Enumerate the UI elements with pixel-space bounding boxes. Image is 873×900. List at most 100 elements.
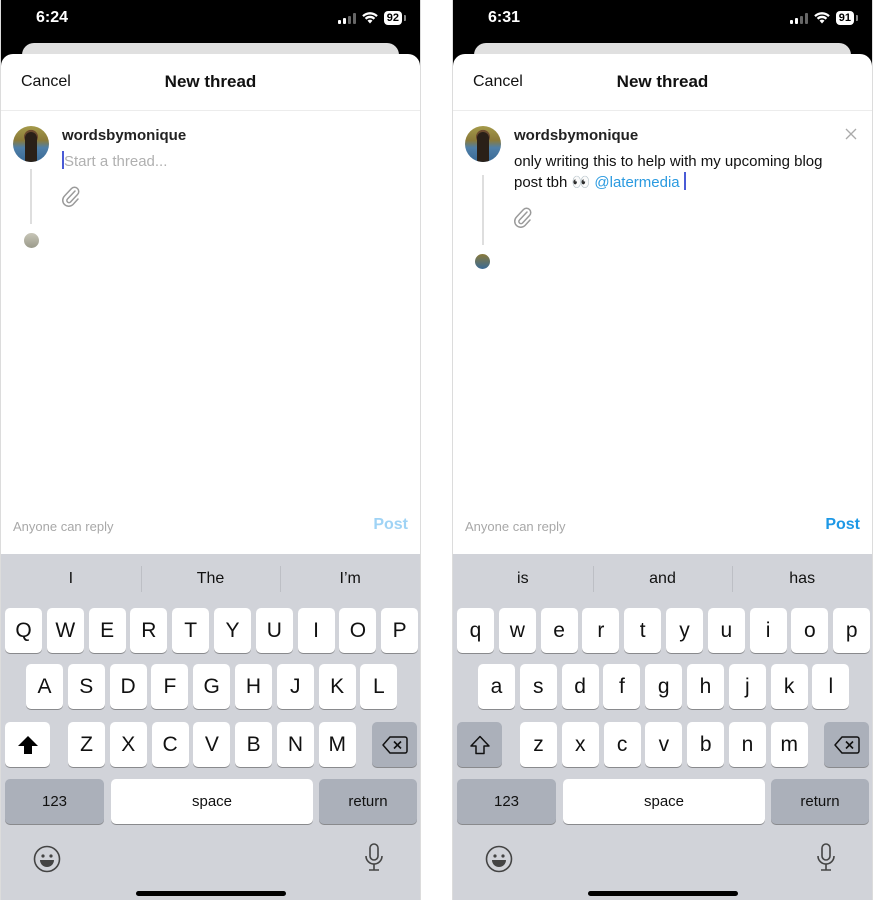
key-m[interactable]: m <box>770 722 808 767</box>
suggestion-item[interactable]: has <box>732 566 872 592</box>
key-k[interactable]: K <box>318 664 356 709</box>
suggestion-item[interactable]: I <box>1 570 141 588</box>
home-indicator[interactable] <box>135 891 286 896</box>
phone-screen-empty-compose: 6:24 92 Cancel New thread wordsbymonique… <box>0 0 421 900</box>
wifi-icon <box>813 12 830 24</box>
key-u[interactable]: u <box>707 608 745 653</box>
key-w[interactable]: W <box>46 608 84 653</box>
key-n[interactable]: N <box>277 722 314 767</box>
key-i[interactable]: I <box>297 608 335 653</box>
key-z[interactable]: z <box>520 722 557 767</box>
space-key[interactable]: space <box>563 779 765 824</box>
key-g[interactable]: g <box>645 664 683 709</box>
shift-key[interactable] <box>457 722 502 767</box>
key-l[interactable]: l <box>812 664 850 709</box>
suggestion-item[interactable]: is <box>453 570 593 588</box>
post-button[interactable]: Post <box>825 516 860 534</box>
shift-key[interactable] <box>5 722 50 767</box>
reply-permission-setting[interactable]: Anyone can reply <box>13 519 113 534</box>
page-title: New thread <box>164 72 257 91</box>
key-p[interactable]: p <box>833 608 871 653</box>
key-v[interactable]: V <box>193 722 231 767</box>
key-p[interactable]: P <box>381 608 419 653</box>
key-c[interactable]: C <box>151 722 189 767</box>
microphone-icon[interactable] <box>364 842 384 874</box>
key-b[interactable]: b <box>687 722 725 767</box>
key-l[interactable]: L <box>360 664 398 709</box>
shift-icon <box>17 735 38 754</box>
key-m[interactable]: M <box>318 722 356 767</box>
key-o[interactable]: O <box>339 608 377 653</box>
key-x[interactable]: X <box>109 722 147 767</box>
numbers-key[interactable]: 123 <box>5 779 104 824</box>
thread-connector-line <box>482 175 484 245</box>
return-key[interactable]: return <box>771 779 869 824</box>
key-d[interactable]: d <box>561 664 599 709</box>
close-icon[interactable] <box>844 127 858 141</box>
key-i[interactable]: i <box>749 608 787 653</box>
suggestion-item[interactable]: The <box>140 566 281 592</box>
key-q[interactable]: Q <box>5 608 42 653</box>
post-button[interactable]: Post <box>373 516 408 534</box>
suggestion-item[interactable]: and <box>592 566 733 592</box>
key-t[interactable]: T <box>172 608 210 653</box>
key-a[interactable]: a <box>478 664 515 709</box>
battery-indicator: 92 <box>383 11 407 25</box>
key-e[interactable]: e <box>540 608 578 653</box>
key-h[interactable]: h <box>687 664 724 709</box>
nav-bar: Cancel New thread <box>453 54 872 111</box>
key-h[interactable]: H <box>235 664 272 709</box>
key-t[interactable]: t <box>624 608 662 653</box>
key-x[interactable]: x <box>561 722 599 767</box>
key-d[interactable]: D <box>109 664 147 709</box>
key-j[interactable]: J <box>276 664 314 709</box>
avatar <box>13 126 49 162</box>
key-g[interactable]: G <box>193 664 231 709</box>
space-key[interactable]: space <box>111 779 313 824</box>
mention-tag[interactable]: @latermedia <box>594 174 679 191</box>
key-c[interactable]: c <box>603 722 641 767</box>
key-b[interactable]: B <box>235 722 273 767</box>
backspace-key[interactable] <box>824 722 869 767</box>
key-s[interactable]: s <box>519 664 557 709</box>
emoji-icon[interactable] <box>32 844 62 874</box>
key-r[interactable]: r <box>582 608 620 653</box>
backspace-key[interactable] <box>372 722 417 767</box>
attachment-paperclip-icon[interactable] <box>61 185 81 207</box>
key-z[interactable]: Z <box>68 722 105 767</box>
battery-indicator: 91 <box>835 11 859 25</box>
key-s[interactable]: S <box>67 664 105 709</box>
microphone-icon[interactable] <box>816 842 836 874</box>
key-w[interactable]: w <box>498 608 536 653</box>
key-r[interactable]: R <box>130 608 168 653</box>
thread-text-input[interactable]: only writing this to help with my upcomi… <box>514 151 842 193</box>
key-f[interactable]: F <box>151 664 189 709</box>
keyboard: is and has q w e r t y u i o p a s d f g h j k l z x c v b n m 123… <box>453 554 872 900</box>
wifi-icon <box>361 12 378 24</box>
reply-permission-setting[interactable]: Anyone can reply <box>465 519 565 534</box>
thread-text-input[interactable]: Start a thread... <box>62 151 390 172</box>
thread-composer: wordsbymonique Start a thread... <box>1 111 420 511</box>
return-key[interactable]: return <box>319 779 417 824</box>
attachment-paperclip-icon[interactable] <box>513 206 533 228</box>
key-y[interactable]: y <box>666 608 703 653</box>
key-q[interactable]: q <box>457 608 494 653</box>
status-bar: 6:31 91 <box>453 0 872 40</box>
key-a[interactable]: A <box>26 664 63 709</box>
emoji-icon[interactable] <box>484 844 514 874</box>
key-o[interactable]: o <box>791 608 829 653</box>
home-indicator[interactable] <box>587 891 738 896</box>
key-f[interactable]: f <box>603 664 641 709</box>
key-k[interactable]: k <box>770 664 808 709</box>
key-j[interactable]: j <box>728 664 766 709</box>
key-y[interactable]: Y <box>214 608 251 653</box>
numbers-key[interactable]: 123 <box>457 779 556 824</box>
suggestion-item[interactable]: I’m <box>280 566 420 592</box>
key-e[interactable]: E <box>88 608 126 653</box>
page-title: New thread <box>616 72 709 91</box>
key-u[interactable]: U <box>255 608 293 653</box>
backspace-icon <box>833 735 860 754</box>
key-v[interactable]: v <box>645 722 683 767</box>
key-n[interactable]: n <box>729 722 766 767</box>
autocorrect-suggestions: is and has <box>453 554 872 604</box>
